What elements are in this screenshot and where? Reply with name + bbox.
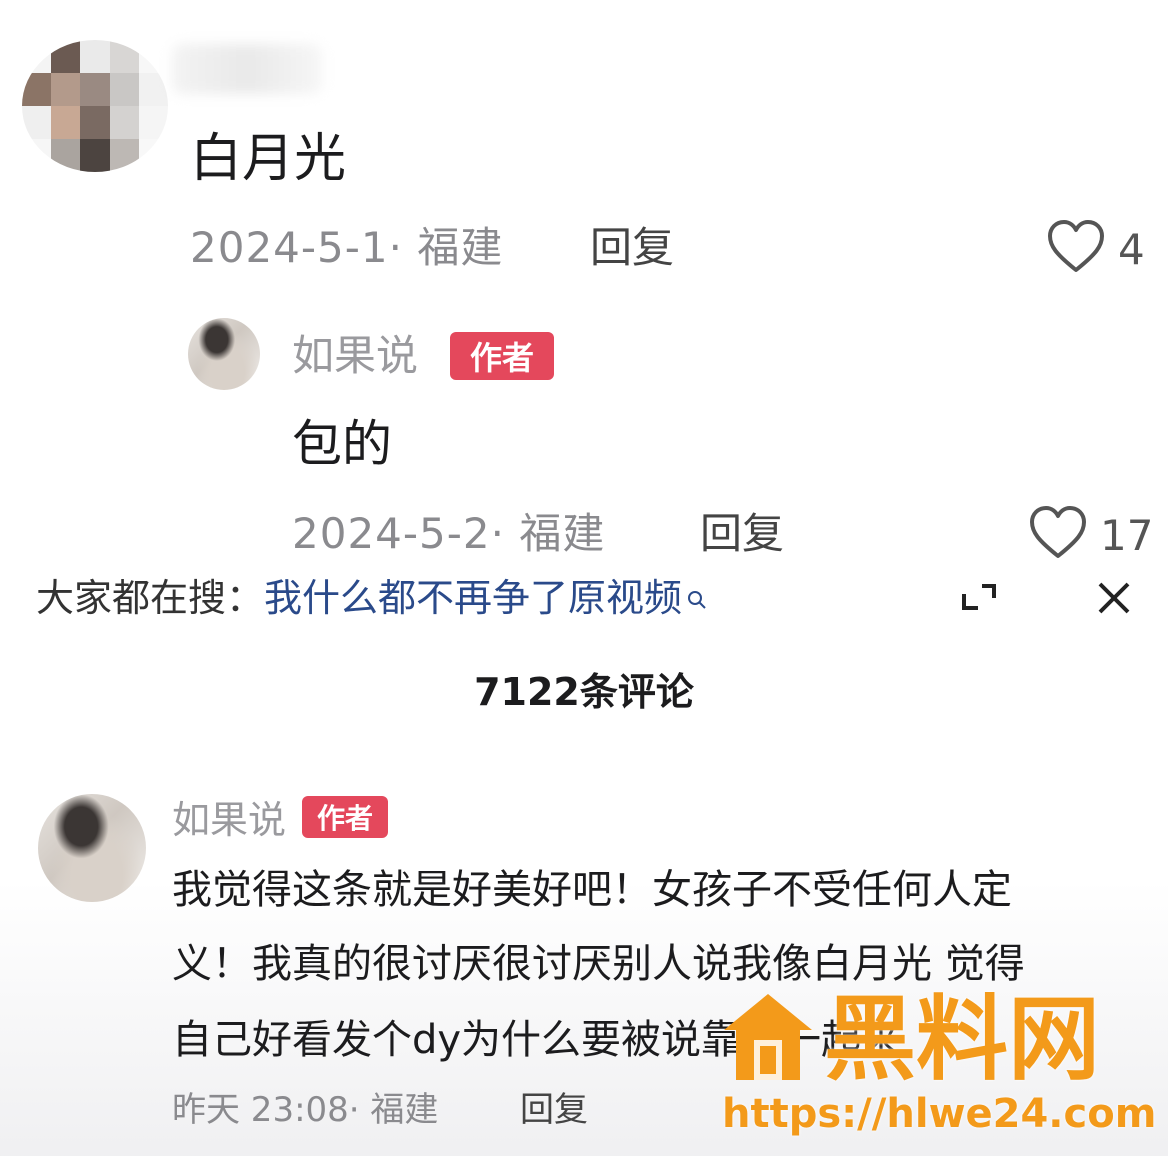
search-label: 大家都在搜： — [36, 576, 265, 620]
reply-meta: 2024-5-2· 福建 — [292, 509, 606, 558]
watermark-logo: 黑料网 — [720, 990, 1100, 1090]
search-icon — [686, 574, 708, 622]
author-avatar[interactable] — [188, 318, 260, 390]
author-avatar[interactable] — [38, 794, 146, 902]
author-username[interactable]: 如果说 — [172, 796, 286, 844]
expand-icon[interactable] — [960, 580, 1000, 618]
like-count: 17 — [1100, 511, 1154, 560]
like-button[interactable] — [1046, 218, 1106, 274]
reply-text: 包的 — [292, 415, 392, 473]
heart-icon — [1028, 504, 1088, 560]
watermark-url: https://hlwe24.com — [722, 1091, 1157, 1137]
comments-count-title: 7122条评论 — [474, 670, 694, 714]
author-badge: 作者 — [450, 332, 554, 380]
like-count: 4 — [1118, 225, 1145, 274]
reply-button[interactable]: 回复 — [520, 1088, 588, 1132]
author-badge: 作者 — [302, 796, 388, 838]
comment-text-line: 义！我真的很讨厌很讨厌别人说我像白月光 觉得 — [172, 941, 1025, 987]
comment-text-line: 我觉得这条就是好美好吧！女孩子不受任何人定 — [172, 867, 1012, 913]
blurred-username — [172, 44, 322, 94]
watermark-title: 黑料网 — [824, 986, 1101, 1093]
commenter-avatar[interactable] — [22, 40, 168, 172]
author-username[interactable]: 如果说 — [292, 330, 418, 382]
heart-icon — [1046, 218, 1106, 274]
comment-meta: 2024-5-1· 福建 — [190, 223, 504, 272]
reply-button[interactable]: 回复 — [700, 508, 784, 560]
close-icon[interactable] — [1094, 578, 1134, 622]
like-button[interactable] — [1028, 504, 1088, 560]
reply-button[interactable]: 回复 — [590, 222, 674, 274]
comment-text: 白月光 — [190, 129, 347, 189]
house-logo-icon — [720, 990, 816, 1090]
trending-search-bar[interactable]: 大家都在搜：我什么都不再争了原视频 — [36, 574, 708, 622]
comment-meta: 昨天 23:08· 福建 — [172, 1090, 439, 1130]
search-query-link[interactable]: 我什么都不再争了原视频 — [264, 576, 682, 620]
